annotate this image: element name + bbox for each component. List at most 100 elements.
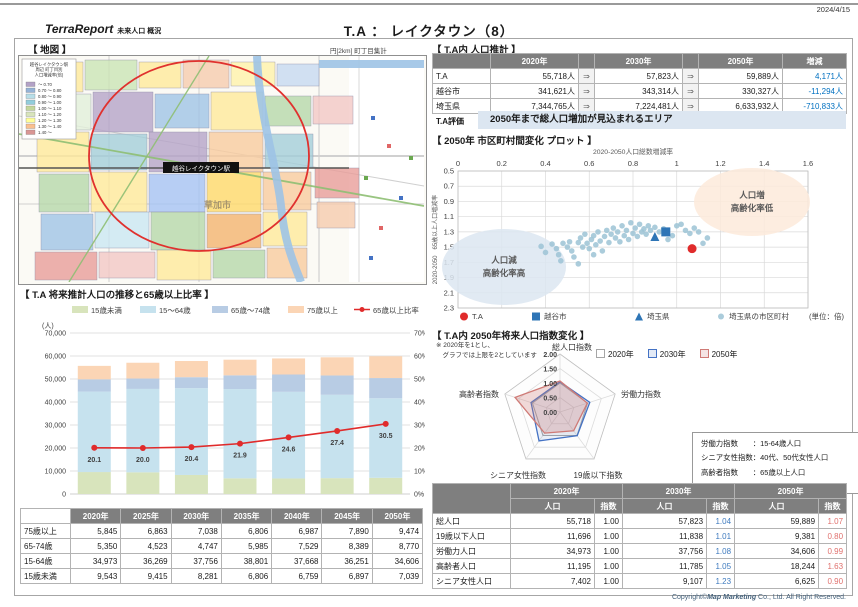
bar-segment — [321, 478, 354, 494]
svg-label: 30,000 — [45, 423, 67, 430]
value-cell: 8,389 — [322, 539, 372, 554]
value-2050: 330,327人 — [699, 84, 783, 99]
point-circle — [584, 241, 590, 247]
row-label: 19歳以下人口 — [433, 529, 511, 544]
legend-label: 2050年 — [712, 350, 738, 359]
poi-marker — [399, 196, 403, 200]
value-cell: 9,107 — [623, 574, 707, 589]
point-circle — [549, 241, 555, 247]
scatter-chart: 2020-2050人口総数増減率2020-2050 65歳以上人口増減率00.2… — [430, 145, 846, 327]
top-rule — [0, 3, 858, 5]
value-cell: 37,668 — [272, 554, 322, 569]
svg-label: 1.4 — [759, 159, 769, 168]
svg-label: 人口増減率(倍) — [35, 71, 64, 78]
svg-label: 人口増 — [739, 190, 765, 200]
point-circle — [606, 240, 612, 246]
svg-label: 70,000 — [45, 331, 67, 338]
svg-label: 70% — [414, 331, 425, 338]
point-circle — [613, 235, 619, 241]
svg-label: 人口減 — [491, 255, 517, 265]
svg-label: (人) — [42, 322, 54, 330]
district-patch — [91, 172, 147, 212]
map-legend-swatch — [26, 130, 35, 135]
col-header: 2050年 — [372, 509, 422, 524]
table-row: 総人口55,7181.0057,8231.0459,8891.07 — [433, 514, 847, 529]
bar-segment — [78, 366, 111, 379]
svg-label: 0.2 — [497, 159, 507, 168]
line-marker — [237, 441, 243, 447]
district-patch — [139, 62, 181, 88]
value-2020: 341,621人 — [491, 84, 579, 99]
population-projection-table: 2020年2030年2050年増減T.A55,718人⇒57,823人⇒59,8… — [432, 53, 847, 114]
value-cell: 7,038 — [171, 524, 221, 539]
sub-header-population: 人口 — [511, 499, 595, 514]
point-circle — [621, 233, 627, 239]
svg-label: 20% — [414, 446, 425, 453]
svg-label: 0.80 ～ 0.90 — [38, 94, 62, 99]
svg-label: 1 — [675, 159, 679, 168]
radar-legend-item: 2020年 — [596, 349, 634, 360]
point-circle — [700, 241, 706, 247]
point-circle — [652, 225, 658, 231]
bar-segment — [78, 472, 111, 494]
index-table: 2020年2030年2050年人口指数人口指数人口指数総人口55,7181.00… — [432, 483, 847, 589]
table-row: 19歳以下人口11,6961.0011,8381.019,3810.80 — [433, 529, 847, 544]
bar-segment — [272, 358, 305, 374]
definition-line: 高齢者指数 ：65歳以上人口 — [701, 466, 851, 480]
table-row: 65-74歳5,3504,5234,7475,9857,5298,3898,77… — [21, 539, 423, 554]
svg-label: 1.50 — [543, 367, 557, 374]
svg-label: T.A — [472, 312, 483, 321]
point-circle — [643, 231, 649, 237]
bar-segment — [126, 379, 159, 389]
point-circle — [608, 231, 614, 237]
table-row: 15歳未満9,5439,4158,2816,8066,7596,8977,039 — [21, 569, 423, 584]
point-circle — [569, 248, 575, 254]
corner-cell — [433, 54, 491, 69]
col-header: 2045年 — [322, 509, 372, 524]
district-patch — [149, 174, 205, 212]
row-label: 15-64歳 — [21, 554, 71, 569]
district-patch — [317, 202, 355, 228]
arrow-cell: ⇒ — [579, 69, 595, 84]
row-label: 総人口 — [433, 514, 511, 529]
svg-label: 高齢化率低 — [731, 203, 774, 213]
map-legend-swatch — [26, 94, 35, 99]
svg-label: 15歳未満 — [91, 305, 122, 315]
value-cell: 6,806 — [221, 569, 271, 584]
point-circle — [637, 221, 643, 227]
value-2020: 55,718人 — [491, 69, 579, 84]
value-cell: 9,474 — [372, 524, 422, 539]
poi-marker — [364, 176, 368, 180]
value-cell: 1.07 — [819, 514, 847, 529]
row-label: シニア女性人口 — [433, 574, 511, 589]
bar-segment — [321, 357, 354, 375]
bar-segment — [224, 375, 257, 389]
value-2030: 57,823人 — [595, 69, 683, 84]
bar-segment — [369, 478, 402, 494]
point-circle — [718, 314, 724, 320]
point-circle — [635, 234, 641, 240]
svg-label: 60% — [414, 354, 425, 361]
district-patch — [41, 214, 93, 250]
report-page: TerraReport未来人口 概況 T.A ： レイクタウン（8） 2024/… — [0, 0, 858, 607]
row-label: 労働力人口 — [433, 544, 511, 559]
table-header-row: 2020年2025年2030年2035年2040年2045年2050年 — [21, 509, 423, 524]
district-patch — [207, 214, 261, 248]
evaluation-text: 2050年まで総人口増加が見込まれるエリア — [478, 111, 846, 129]
value-cell: 11,195 — [511, 559, 595, 574]
bar-segment — [126, 472, 159, 494]
value-cell: 9,415 — [121, 569, 171, 584]
point-circle — [632, 225, 638, 231]
svg-label: 0.90 ～ 1.00 — [38, 100, 62, 105]
value-cell: 6,806 — [221, 524, 271, 539]
value-cell: 1.00 — [595, 529, 623, 544]
value-cell: 6,625 — [735, 574, 819, 589]
radar-legend-item: 2030年 — [648, 349, 686, 360]
col-header: 2030年 — [171, 509, 221, 524]
poi-marker — [379, 226, 383, 230]
col-header: 2025年 — [121, 509, 171, 524]
year-group-header: 2030年 — [623, 484, 735, 499]
svg-label: 75歳以上 — [307, 305, 338, 315]
svg-label: 65歳～74歳 — [231, 305, 271, 315]
svg-label: 草加市 — [204, 199, 231, 210]
